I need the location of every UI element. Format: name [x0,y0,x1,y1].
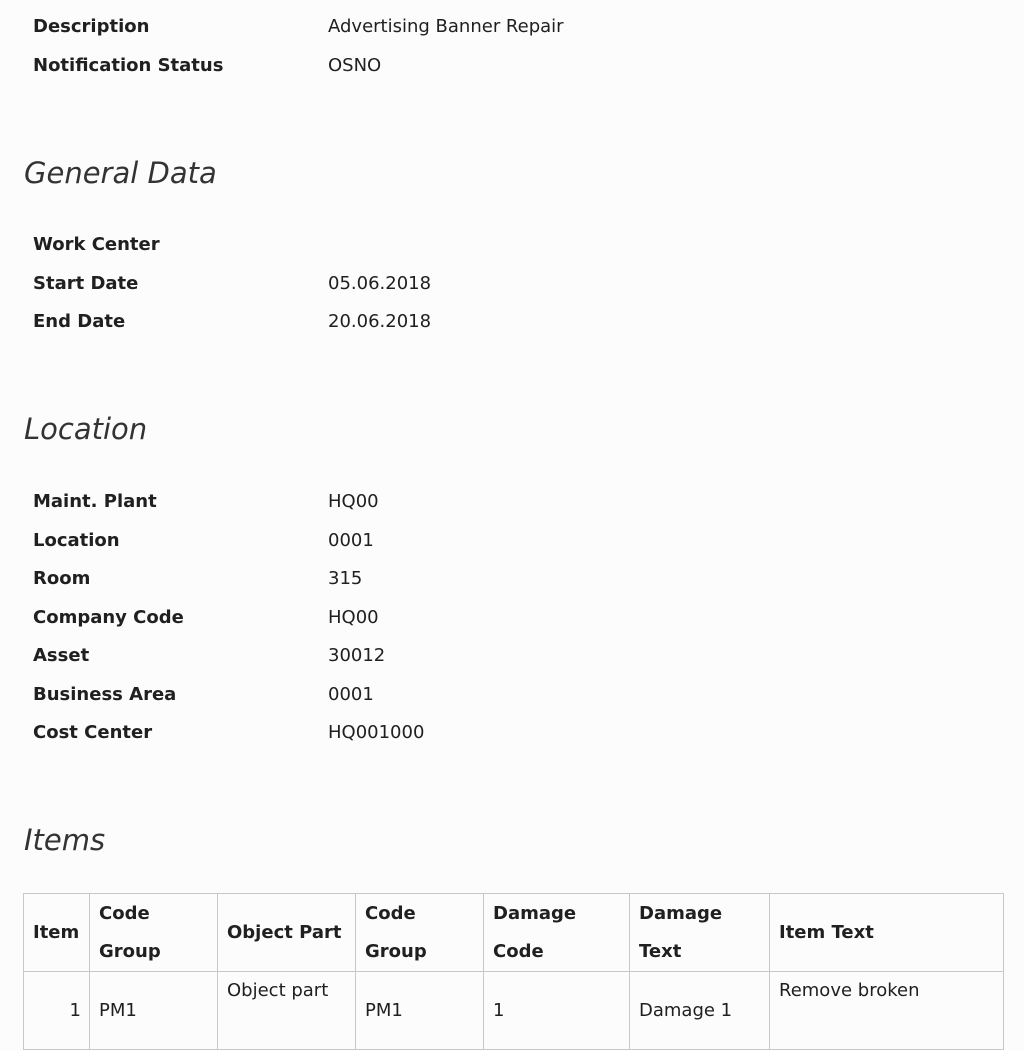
start-date-label: Start Date [33,273,139,294]
end-date-value: 20.06.2018 [328,311,432,332]
asset-row: Asset 30012 [33,644,973,668]
start-date-row: Start Date 05.06.2018 [33,272,973,296]
damage-code-cell: 1 [483,971,630,1050]
notification-status-label: Notification Status [33,55,224,76]
object-part-cell: Object part [217,971,356,1050]
room-value: 315 [328,568,363,589]
maint-plant-row: Maint. Plant HQ00 [33,490,973,514]
business-area-label: Business Area [33,684,177,705]
second-code-group-cell: PM1 [355,971,484,1050]
items-header-row: Item Code Group Object Part Code Group D… [23,893,1004,972]
start-date-value: 05.06.2018 [328,273,432,294]
table-row: 1 PM1 Object part PM1 1 Damage 1 Remove … [23,971,1004,1050]
notification-status-value: OSNO [328,55,382,76]
end-date-label: End Date [33,311,126,332]
company-code-value: HQ00 [328,607,379,628]
items-heading: Items [24,823,106,857]
company-code-row: Company Code HQ00 [33,606,973,630]
description-row: Description Advertising Banner Repair [33,15,973,39]
location-heading: Location [24,412,148,446]
room-row: Room 315 [33,567,973,591]
location-label: Location [33,530,120,551]
object-part-column-header: Object Part [217,893,356,972]
asset-label: Asset [33,645,90,666]
second-code-group-label-line1: Code [365,902,416,924]
business-area-row: Business Area 0001 [33,683,973,707]
object-part-column-label: Object Part [227,921,342,943]
location-value: 0001 [328,530,374,551]
description-label: Description [33,16,150,37]
company-code-label: Company Code [33,607,184,628]
general-data-heading: General Data [24,156,217,190]
item-text-column-label: Item Text [779,921,874,943]
second-code-group-label-line2: Group [365,940,427,962]
business-area-value: 0001 [328,684,374,705]
code-group-label-line2: Group [99,940,161,962]
item-column-header: Item [23,893,90,972]
maint-plant-label: Maint. Plant [33,491,157,512]
second-code-group-column-header: Code Group [355,893,484,972]
description-value: Advertising Banner Repair [328,16,564,37]
cost-center-row: Cost Center HQ001000 [33,721,973,745]
damage-text-cell: Damage 1 [629,971,770,1050]
work-center-row: Work Center [33,233,973,257]
damage-code-label-line2: Code [493,940,544,962]
asset-value: 30012 [328,645,386,666]
damage-text-label-line2: Text [639,940,682,962]
damage-code-column-header: Damage Code [483,893,630,972]
room-label: Room [33,568,91,589]
item-number-cell: 1 [23,971,90,1050]
code-group-label-line1: Code [99,902,150,924]
notification-document: Description Advertising Banner Repair No… [0,0,1024,1050]
item-column-label: Item [33,921,80,943]
code-group-cell: PM1 [89,971,218,1050]
items-table: Item Code Group Object Part Code Group D… [23,893,1004,1050]
end-date-row: End Date 20.06.2018 [33,310,973,334]
item-text-column-header: Item Text [769,893,1004,972]
damage-text-label-line1: Damage [639,902,723,924]
notification-status-row: Notification Status OSNO [33,54,973,78]
maint-plant-value: HQ00 [328,491,379,512]
damage-text-column-header: Damage Text [629,893,770,972]
location-row: Location 0001 [33,529,973,553]
damage-code-label-line1: Damage [493,902,577,924]
cost-center-label: Cost Center [33,722,153,743]
item-text-cell: Remove broken [769,971,1004,1050]
code-group-column-header: Code Group [89,893,218,972]
cost-center-value: HQ001000 [328,722,425,743]
work-center-label: Work Center [33,234,160,255]
